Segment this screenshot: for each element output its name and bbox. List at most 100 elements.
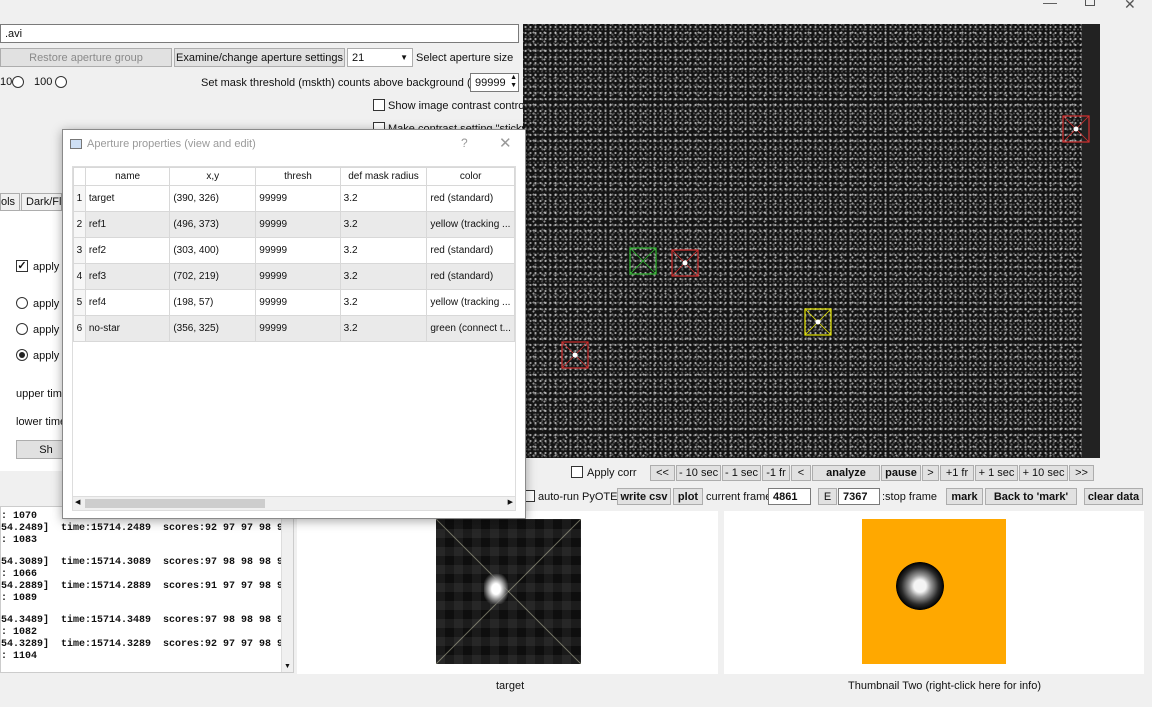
cell-thresh[interactable]: 99999 — [255, 315, 341, 342]
auto-run-pyote-label: auto-run PyOTE — [538, 491, 618, 503]
minus-10-sec-button[interactable]: - 10 sec — [676, 465, 721, 481]
spin-arrows-icon: ▲ ▼ — [510, 74, 517, 89]
aperture-properties-dialog[interactable]: Aperture properties (view and edit) ? ✕ … — [62, 129, 526, 519]
table-row[interactable]: 1 target (390, 326) 99999 3.2 red (stand… — [73, 185, 515, 212]
thumbnail-one-image[interactable] — [436, 519, 581, 664]
cell-thresh[interactable]: 99999 — [255, 211, 341, 238]
back-to-mark-button[interactable]: Back to 'mark' — [985, 488, 1077, 505]
dialog-titlebar[interactable]: Aperture properties (view and edit) ? ✕ — [63, 130, 525, 158]
minus-1-sec-button[interactable]: - 1 sec — [722, 465, 761, 481]
file-name-field[interactable]: .avi — [0, 24, 519, 43]
cell-xy[interactable]: (496, 373) — [169, 211, 257, 238]
cell-radius[interactable]: 3.2 — [339, 263, 428, 290]
clear-data-button[interactable]: clear data — [1084, 488, 1143, 505]
e-button[interactable]: E — [818, 488, 837, 505]
mask-threshold-spinbox[interactable]: 99999 ▲ ▼ — [470, 73, 519, 92]
minus-1-frame-button[interactable]: -1 fr — [762, 465, 790, 481]
aperture-marker-no-star[interactable] — [629, 247, 657, 275]
cell-name[interactable]: no-star — [84, 315, 171, 342]
aperture-marker-ref4[interactable] — [1062, 115, 1090, 143]
column-header-thresh[interactable]: thresh — [255, 167, 341, 186]
cell-radius[interactable]: 3.2 — [339, 289, 428, 316]
cell-xy[interactable]: (356, 325) — [169, 315, 257, 342]
cell-thresh[interactable]: 99999 — [255, 185, 341, 212]
cell-radius[interactable]: 3.2 — [339, 185, 428, 212]
write-csv-button[interactable]: write csv — [617, 488, 671, 505]
cell-name[interactable]: ref4 — [84, 289, 171, 316]
cell-color[interactable]: red (standard) — [426, 237, 515, 264]
scroll-right-icon[interactable]: ▶ — [508, 498, 513, 506]
column-header-name[interactable]: name — [84, 167, 171, 186]
radio-10[interactable] — [12, 76, 24, 88]
cell-name[interactable]: ref2 — [84, 237, 171, 264]
scroll-down-icon[interactable]: ▼ — [284, 663, 291, 670]
cell-xy[interactable]: (390, 326) — [169, 185, 257, 212]
cell-color[interactable]: green (connect t... — [426, 315, 515, 342]
cell-color[interactable]: red (standard) — [426, 263, 515, 290]
back-many-button[interactable]: << — [650, 465, 675, 481]
radio-100[interactable] — [55, 76, 67, 88]
column-header-xy[interactable]: x,y — [169, 167, 257, 186]
stop-frame-field[interactable]: 7367 — [838, 488, 880, 505]
maximize-icon[interactable] — [1085, 0, 1095, 6]
cell-name[interactable]: target — [84, 185, 171, 212]
column-header-color[interactable]: color — [426, 167, 515, 186]
restore-aperture-group-button[interactable]: Restore aperture group — [0, 48, 172, 67]
aperture-size-select[interactable]: 21 ▼ — [347, 48, 413, 67]
tab-dark-flat[interactable]: Dark/Fl — [21, 193, 62, 211]
tab-tools[interactable]: ols — [0, 193, 20, 211]
mark-button[interactable]: mark — [946, 488, 983, 505]
plot-button[interactable]: plot — [673, 488, 703, 505]
cell-thresh[interactable]: 99999 — [255, 237, 341, 264]
current-frame-field[interactable]: 4861 — [768, 488, 811, 505]
plus-10-sec-button[interactable]: + 10 sec — [1019, 465, 1068, 481]
cell-thresh[interactable]: 99999 — [255, 289, 341, 316]
close-icon[interactable]: ✕ — [499, 134, 512, 152]
aperture-marker-target[interactable] — [671, 249, 699, 277]
cell-radius[interactable]: 3.2 — [339, 211, 428, 238]
apply-checkbox[interactable]: ✓ — [16, 260, 28, 272]
table-row[interactable]: 2 ref1 (496, 373) 99999 3.2 yellow (trac… — [73, 211, 515, 238]
help-icon[interactable]: ? — [461, 136, 468, 150]
table-row[interactable]: 4 ref3 (702, 219) 99999 3.2 red (standar… — [73, 263, 515, 290]
cell-radius[interactable]: 3.2 — [339, 315, 428, 342]
scroll-left-icon[interactable]: ◀ — [75, 498, 80, 506]
log-output[interactable]: : 1070 54.2489] time:15714.2489 scores:9… — [0, 506, 294, 673]
scrollbar-thumb[interactable] — [85, 499, 265, 508]
main-image-view[interactable] — [523, 24, 1100, 458]
aperture-marker-ref2[interactable] — [561, 341, 589, 369]
cell-xy[interactable]: (303, 400) — [169, 237, 257, 264]
minimize-icon[interactable]: — — [1043, 0, 1057, 10]
apply-h-radio-2[interactable] — [16, 349, 28, 361]
aperture-table[interactable]: name x,y thresh def mask radius color 1 … — [72, 166, 516, 511]
show-contrast-checkbox[interactable] — [373, 99, 385, 111]
table-horizontal-scrollbar[interactable]: ◀ ▶ — [73, 496, 515, 510]
step-back-button[interactable]: < — [791, 465, 811, 481]
apply-v-radio[interactable] — [16, 323, 28, 335]
cell-color[interactable]: yellow (tracking ... — [426, 211, 515, 238]
table-row[interactable]: 6 no-star (356, 325) 99999 3.2 green (co… — [73, 315, 515, 342]
plus-1-frame-button[interactable]: +1 fr — [940, 465, 974, 481]
cell-color[interactable]: red (standard) — [426, 185, 515, 212]
cell-radius[interactable]: 3.2 — [339, 237, 428, 264]
column-header-mask-radius[interactable]: def mask radius — [339, 167, 428, 186]
table-row[interactable]: 3 ref2 (303, 400) 99999 3.2 red (standar… — [73, 237, 515, 264]
cell-name[interactable]: ref3 — [84, 263, 171, 290]
cell-xy[interactable]: (198, 57) — [169, 289, 257, 316]
cell-xy[interactable]: (702, 219) — [169, 263, 257, 290]
log-scrollbar[interactable]: ▼ — [281, 507, 293, 672]
pause-button[interactable]: pause — [881, 465, 921, 481]
examine-aperture-settings-button[interactable]: Examine/change aperture settings — [174, 48, 345, 67]
analyze-button[interactable]: analyze — [812, 465, 880, 481]
cell-color[interactable]: yellow (tracking ... — [426, 289, 515, 316]
aperture-marker-ref1[interactable] — [804, 308, 832, 336]
apply-h-radio-1[interactable] — [16, 297, 28, 309]
table-row[interactable]: 5 ref4 (198, 57) 99999 3.2 yellow (track… — [73, 289, 515, 316]
plus-1-sec-button[interactable]: + 1 sec — [975, 465, 1018, 481]
cell-thresh[interactable]: 99999 — [255, 263, 341, 290]
forward-many-button[interactable]: >> — [1069, 465, 1094, 481]
apply-corr-checkbox[interactable] — [571, 466, 583, 478]
close-window-icon[interactable]: ✕ — [1124, 0, 1136, 13]
cell-name[interactable]: ref1 — [84, 211, 171, 238]
step-forward-button[interactable]: > — [922, 465, 939, 481]
